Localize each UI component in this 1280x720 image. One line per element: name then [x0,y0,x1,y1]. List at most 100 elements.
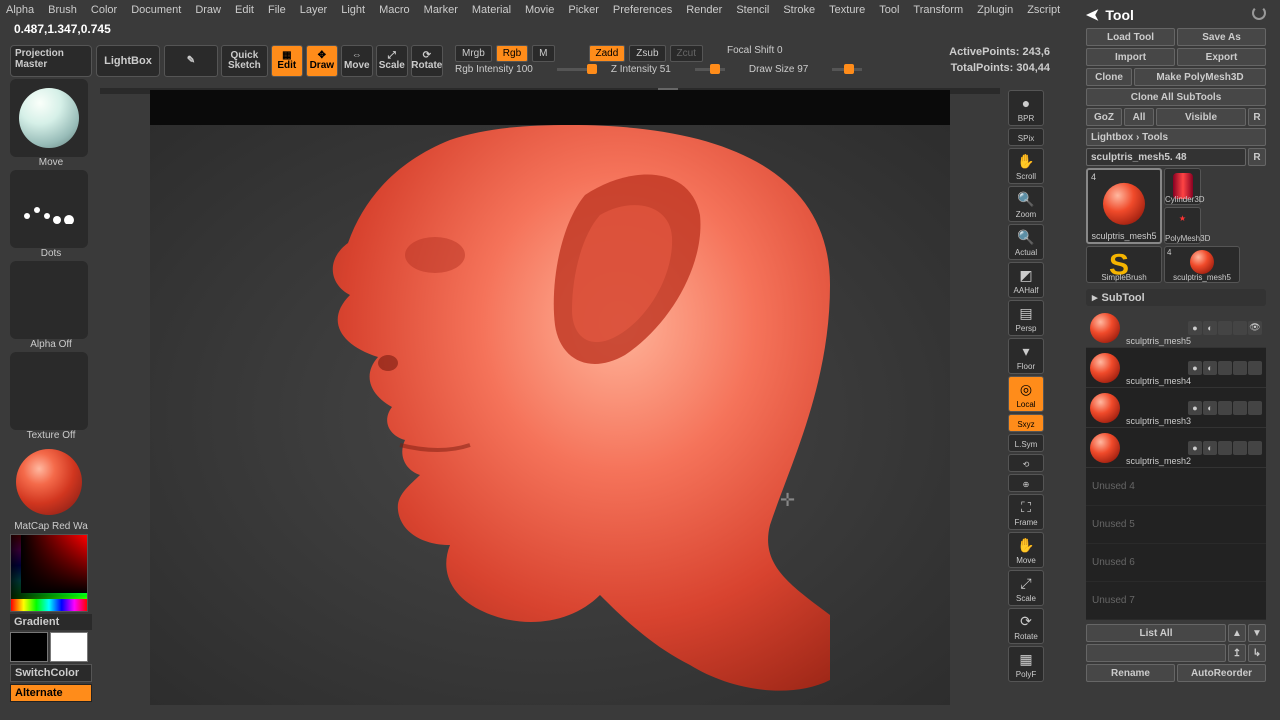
move-mode-button[interactable]: ⇔Move [341,45,373,77]
goz-r-button[interactable]: R [1248,108,1266,126]
zsub-button[interactable]: Zsub [629,45,665,62]
menu-stencil[interactable]: Stencil [736,4,769,16]
spix-button[interactable]: SPix [1008,128,1044,146]
projection-master-button[interactable]: ProjectionMaster [10,45,92,77]
primary-color-swatch[interactable] [50,632,88,662]
goz-button[interactable]: GoZ [1086,108,1122,126]
menu-stroke[interactable]: Stroke [783,4,815,16]
menu-draw[interactable]: Draw [195,4,221,16]
menu-marker[interactable]: Marker [424,4,458,16]
menu-movie[interactable]: Movie [525,4,554,16]
menu-picker[interactable]: Picker [568,4,599,16]
gradient-button[interactable]: Gradient [10,614,92,630]
rgb-intensity-slider[interactable]: Rgb Intensity 100 [455,64,533,75]
view-move-button[interactable]: ✋Move [1008,532,1044,568]
view-rotate-button[interactable]: ⟳Rotate [1008,608,1044,644]
quick-sketch-button[interactable]: QuickSketch [221,45,268,77]
export-button[interactable]: Export [1177,48,1266,66]
menu-document[interactable]: Document [131,4,181,16]
import-button[interactable]: Import [1086,48,1175,66]
load-tool-button[interactable]: Load Tool [1086,28,1175,46]
menu-tool[interactable]: Tool [879,4,899,16]
move-up-button[interactable]: ▲ [1228,624,1246,642]
menu-light[interactable]: Light [341,4,365,16]
subtool-row[interactable]: ●◐ sculptris_mesh4 [1086,348,1266,388]
z-intensity-slider[interactable]: Z Intensity 51 [611,64,671,75]
zoom-button[interactable]: 🔍Zoom [1008,186,1044,222]
goz-all-button[interactable]: All [1124,108,1154,126]
tool-thumb-main[interactable]: 4 sculptris_mesh5 [1086,168,1162,244]
zadd-button[interactable]: Zadd [589,45,626,62]
lightbox-tools-button[interactable]: Lightbox › Tools [1086,128,1266,146]
subtool-row[interactable]: ●◐ sculptris_mesh3 [1086,388,1266,428]
material-selector[interactable] [10,443,88,521]
stroke-selector[interactable] [10,170,88,248]
menu-render[interactable]: Render [686,4,722,16]
bpr-button[interactable]: ●BPR [1008,90,1044,126]
autoreorder-button[interactable]: AutoReorder [1177,664,1266,682]
rotate-mode-button[interactable]: ⟳Rotate [411,45,443,77]
menu-layer[interactable]: Layer [300,4,328,16]
rgb-intensity-track[interactable] [557,68,587,71]
draw-mode-button[interactable]: ✥Draw [306,45,338,77]
focal-shift-slider[interactable]: Focal Shift 0 [727,45,783,62]
edit-mode-button[interactable]: ▦Edit [271,45,303,77]
texture-selector[interactable] [10,352,88,430]
switch-color-button[interactable]: SwitchColor [10,664,92,682]
menu-file[interactable]: File [268,4,286,16]
aahalf-button[interactable]: ◩AAHalf [1008,262,1044,298]
menu-macro[interactable]: Macro [379,4,410,16]
xform-center-button[interactable]: ⊕ [1008,474,1044,492]
current-tool-label[interactable]: sculptris_mesh5. 48 [1086,148,1246,166]
alternate-button[interactable]: Alternate [10,684,92,702]
sym-button[interactable]: Sxyz [1008,414,1044,432]
menu-zscript[interactable]: Zscript [1027,4,1060,16]
menu-preferences[interactable]: Preferences [613,4,672,16]
m-button[interactable]: M [532,45,554,62]
quick-sketch-toggle[interactable]: ✎ [164,45,218,77]
mrgb-button[interactable]: Mrgb [455,45,492,62]
tool-r-button[interactable]: R [1248,148,1266,166]
secondary-color-swatch[interactable] [10,632,48,662]
color-picker[interactable] [10,534,88,612]
menu-zplugin[interactable]: Zplugin [977,4,1013,16]
menu-material[interactable]: Material [472,4,511,16]
arrow-up-alt-button[interactable]: ↥ [1228,644,1246,662]
save-as-button[interactable]: Save As [1177,28,1266,46]
menu-color[interactable]: Color [91,4,117,16]
subtool-row[interactable]: ●◐👁 sculptris_mesh5 [1086,308,1266,348]
z-intensity-track[interactable] [695,68,725,71]
scroll-button[interactable]: ✋Scroll [1008,148,1044,184]
tool-panel-header[interactable]: ➤ Tool [1086,4,1266,26]
alpha-selector[interactable] [10,261,88,339]
tool-thumb-sculptris2[interactable]: 4sculptris_mesh5 [1164,246,1240,283]
lightbox-button[interactable]: LightBox [96,45,160,77]
draw-size-slider[interactable]: Draw Size 97 [749,64,808,75]
eye-icon[interactable]: 👁 [1248,321,1262,335]
xform-reset-button[interactable]: ⟲ [1008,454,1044,472]
menu-alpha[interactable]: Alpha [6,4,34,16]
clone-button[interactable]: Clone [1086,68,1132,86]
frame-button[interactable]: ⛶Frame [1008,494,1044,530]
menu-edit[interactable]: Edit [235,4,254,16]
make-polymesh-button[interactable]: Make PolyMesh3D [1134,68,1266,86]
arrow-right-button[interactable]: ↳ [1248,644,1266,662]
persp-button[interactable]: ▤Persp [1008,300,1044,336]
draw-size-track[interactable] [832,68,862,71]
menu-brush[interactable]: Brush [48,4,77,16]
subtool-row[interactable]: ●◐ sculptris_mesh2 [1086,428,1266,468]
move-down-button[interactable]: ▼ [1248,624,1266,642]
list-all-button[interactable]: List All [1086,624,1226,642]
rename-button[interactable]: Rename [1086,664,1175,682]
menu-transform[interactable]: Transform [913,4,963,16]
zcut-button[interactable]: Zcut [670,45,703,62]
clone-all-subtools-button[interactable]: Clone All SubTools [1086,88,1266,106]
subtool-header[interactable]: ▸SubTool [1086,289,1266,306]
actual-button[interactable]: 🔍Actual [1008,224,1044,260]
local-button[interactable]: ◎Local [1008,376,1044,412]
tool-thumb-polymesh[interactable]: ★PolyMesh3D [1164,207,1201,244]
brush-selector[interactable] [10,79,88,157]
viewport-canvas[interactable]: ✛ [150,90,950,705]
view-scale-button[interactable]: ⤢Scale [1008,570,1044,606]
tool-thumb-simplebrush[interactable]: SSimpleBrush [1086,246,1162,283]
